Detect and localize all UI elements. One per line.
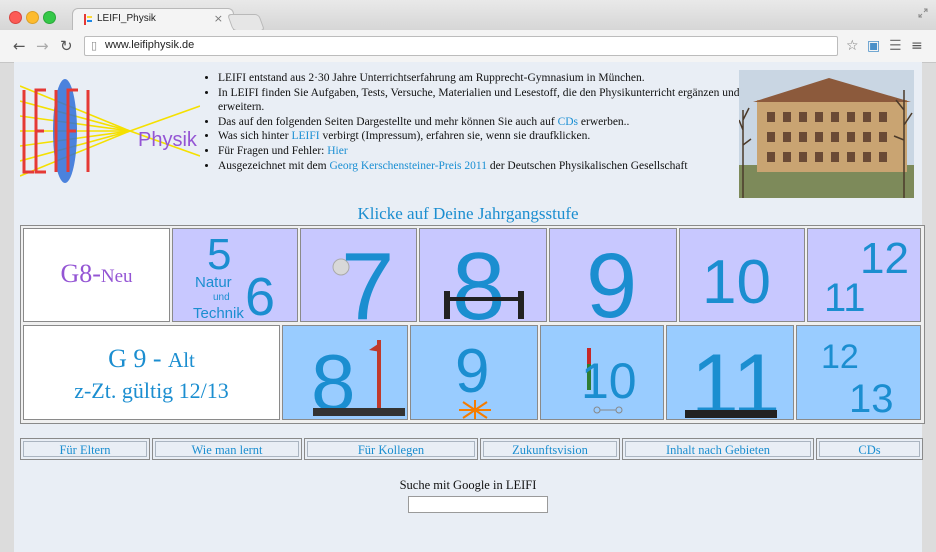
g9-grade-11-svg: 11 [685, 337, 780, 420]
g9-grade-12-13-svg: 12 13 [821, 338, 894, 420]
toolbar: ← → ↻ ▯ www.leifiphysik.de ☆ ▣ ☰ ≡ [0, 30, 936, 63]
g9-label-cell[interactable]: G 9 - Alt z-Zt. gültig 12/13 [23, 325, 280, 420]
extension-icon[interactable]: ▣ [867, 38, 880, 54]
g9-label: G 9 - [108, 344, 169, 373]
favicon-icon [84, 14, 92, 25]
address-bar[interactable]: ▯ www.leifiphysik.de [84, 36, 838, 56]
browser-tab[interactable]: LEIFI_Physik × [72, 8, 234, 31]
nav-cds[interactable]: CDs [816, 438, 923, 460]
natur-label: Natur [195, 274, 232, 291]
g9-grade-9-cell[interactable]: 9 [410, 325, 538, 420]
reader-icon[interactable]: ☰ [889, 38, 902, 54]
g8-label-cell[interactable]: G8-Neu [23, 228, 170, 322]
g9-validity-label: z-Zt. gültig 12/13 [74, 378, 229, 403]
intro-item: In LEIFI finden Sie Aufgaben, Tests, Ver… [218, 86, 748, 115]
intro-item: Das auf den folgenden Seiten Dargestellt… [218, 115, 748, 130]
hier-link[interactable]: Hier [327, 145, 347, 157]
intro-item: Was sich hinter LEIFI verbirgt (Impressu… [218, 129, 748, 144]
minimize-window-button[interactable] [26, 11, 39, 24]
leifi-logo[interactable]: Physik [20, 76, 200, 186]
base-bar [685, 410, 777, 418]
grade-8-svg: 8 [444, 233, 524, 322]
grade-7-svg: 7 [332, 233, 394, 322]
grade-11-12-cell[interactable]: 11 12 [807, 228, 921, 322]
flagpole-icon [369, 340, 381, 410]
g9-grade-12-13-cell[interactable]: 12 13 [796, 325, 921, 420]
grade-12-number: 12 [860, 234, 909, 283]
tab-title: LEIFI_Physik [97, 13, 156, 24]
nav-fuer-kollegen[interactable]: Für Kollegen [304, 438, 478, 460]
star-icon[interactable]: ☆ [846, 38, 859, 54]
grade-11-12-svg: 11 12 [824, 234, 909, 320]
grade-10-cell[interactable]: 10 [679, 228, 805, 322]
logo-word: Physik [138, 129, 198, 151]
tab-close-icon[interactable]: × [214, 12, 223, 25]
search-input[interactable] [408, 496, 548, 513]
spark-icon [459, 400, 491, 419]
nav-inhalt-nach-gebieten[interactable]: Inhalt nach Gebieten [622, 438, 814, 460]
grade-10-number: 10 [702, 248, 771, 317]
grade-5-6-svg: 5 6 Natur und Technik [193, 230, 275, 322]
g9-grade-8-cell[interactable]: 8 [282, 325, 408, 420]
g8-neu-label: Neu [100, 266, 133, 287]
g9-grade-10-cell[interactable]: 10 [540, 325, 664, 420]
g9-grade-10-svg: 10 [581, 348, 637, 414]
close-window-button[interactable] [9, 11, 22, 24]
fullscreen-icon[interactable] [918, 8, 928, 18]
g9-grade-10-number: 10 [581, 353, 637, 409]
award-link[interactable]: Georg Kerschensteiner-Preis 2011 [329, 160, 487, 172]
browser-chrome: LEIFI_Physik × ← → ↻ ▯ www.leifiphysik.d… [0, 0, 936, 63]
back-icon[interactable]: ← [13, 37, 26, 55]
grade-5-6-cell[interactable]: 5 6 Natur und Technik [172, 228, 298, 322]
grade-6-number: 6 [245, 267, 275, 322]
intro-item: Ausgezeichnet mit dem Georg Kerschenstei… [218, 159, 748, 174]
g9-alt-label: Alt [168, 348, 195, 372]
intro-item: Für Fragen und Fehler: Hier [218, 144, 748, 159]
cds-link[interactable]: CDs [558, 116, 578, 128]
url-text: www.leifiphysik.de [105, 39, 195, 51]
grade-5-number: 5 [207, 230, 231, 279]
reload-icon[interactable]: ↻ [60, 37, 73, 55]
grade-9-number: 9 [586, 235, 637, 322]
g9-grade-11-cell[interactable]: 11 [666, 325, 794, 420]
g9-grade-12-number: 12 [821, 338, 859, 376]
grade-9-svg: 9 [586, 235, 637, 322]
leifi-link[interactable]: LEIFI [292, 130, 320, 142]
grade-heading: Klicke auf Deine Jahrgangsstufe [357, 204, 579, 223]
g9-grade-8-svg: 8 [311, 338, 405, 420]
zoom-window-button[interactable] [43, 11, 56, 24]
title-bar: LEIFI_Physik × [0, 0, 936, 31]
forward-icon[interactable]: → [36, 37, 49, 55]
grade-7-cell[interactable]: 7 [300, 228, 417, 322]
nav-zukunftsvision[interactable]: Zukunftsvision [480, 438, 620, 460]
technik-label: Technik [193, 305, 244, 322]
g9-grade-9-number: 9 [455, 337, 489, 406]
menu-icon[interactable]: ≡ [911, 38, 923, 54]
new-tab-button[interactable] [226, 14, 266, 31]
grade-10-svg: 10 [702, 248, 771, 317]
g9-grade-11-number: 11 [691, 337, 780, 420]
intro-list: LEIFI entstand aus 2·30 Jahre Unterricht… [200, 71, 748, 173]
search-label: Suche mit Google in LEIFI [399, 478, 537, 492]
page-icon: ▯ [91, 39, 98, 52]
nav-fuer-eltern[interactable]: Für Eltern [20, 438, 150, 460]
page-content: Physik LEIFI entstand aus 2·30 Jahre Unt… [14, 62, 925, 552]
grade-8-cell[interactable]: 8 [419, 228, 547, 322]
grade-8-number: 8 [452, 233, 505, 322]
g9-grade-13-number: 13 [849, 377, 894, 420]
grade-grid: G8-Neu 5 6 Natur und Technik 7 8 9 10 11… [20, 225, 925, 424]
und-label: und [213, 292, 230, 303]
nav-wie-man-lernt[interactable]: Wie man lernt [152, 438, 302, 460]
intro-item: LEIFI entstand aus 2·30 Jahre Unterricht… [218, 71, 748, 86]
g9-grade-9-svg: 9 [455, 337, 491, 419]
bottom-nav: Für Eltern Wie man lernt Für Kollegen Zu… [20, 438, 923, 460]
g8-label: G8- [60, 259, 101, 288]
school-photo [739, 70, 914, 198]
g9-grade-8-number: 8 [311, 338, 356, 420]
base-plate [313, 408, 405, 416]
grade-9-cell[interactable]: 9 [549, 228, 677, 322]
grade-7-number: 7 [341, 233, 394, 322]
